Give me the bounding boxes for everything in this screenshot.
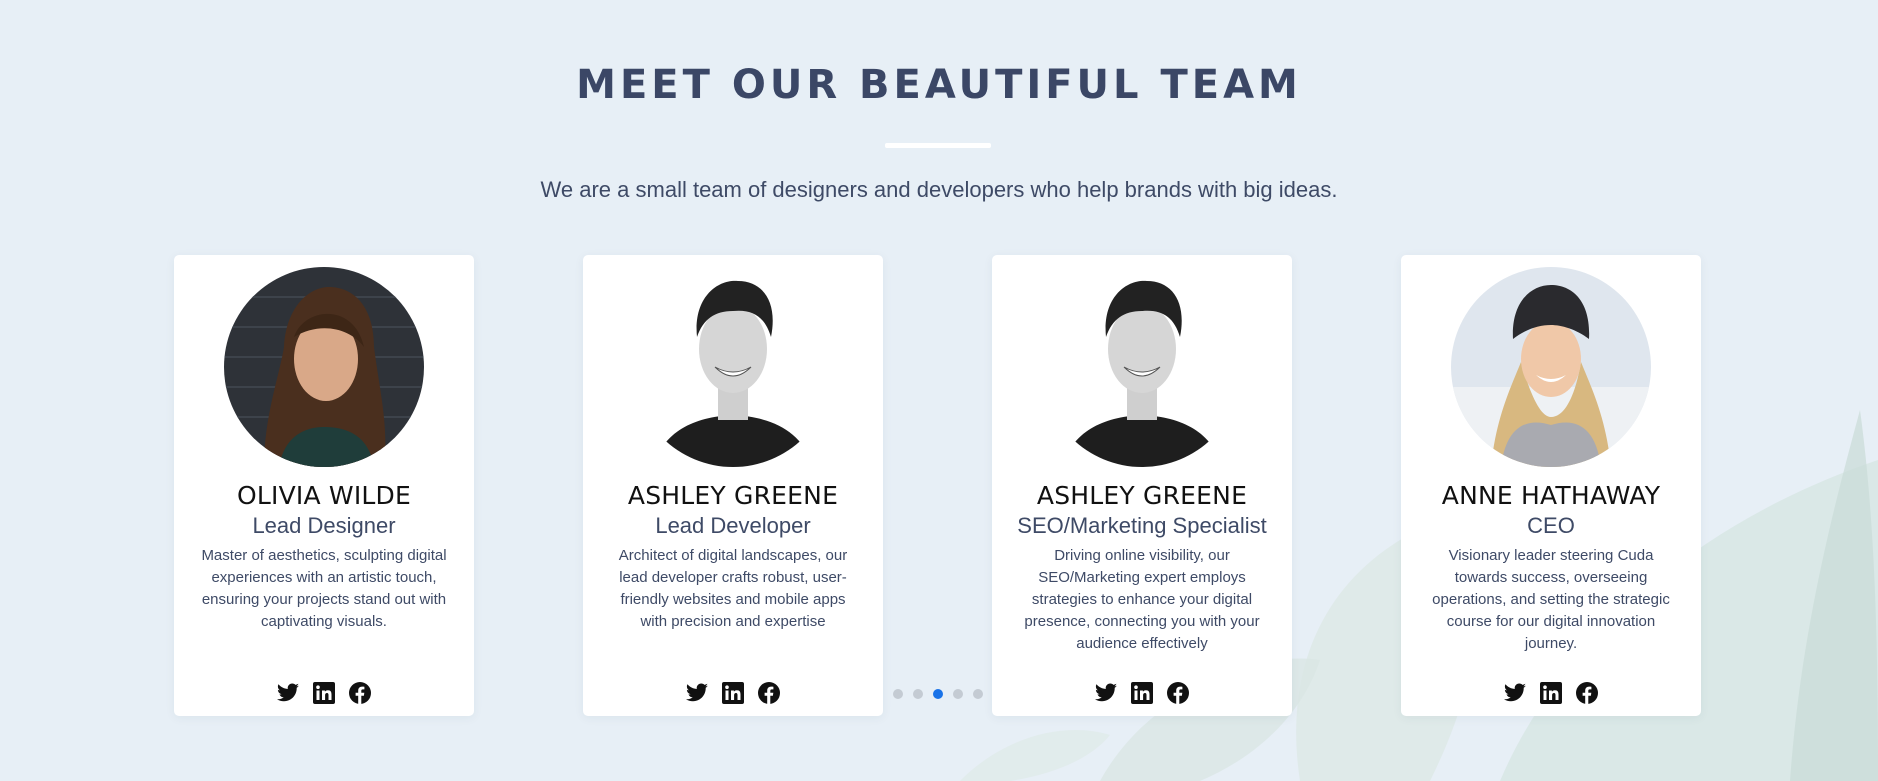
twitter-icon[interactable] — [1094, 681, 1118, 705]
member-photo — [1451, 267, 1651, 467]
member-name: ASHLEY GREENE — [1036, 481, 1248, 510]
linkedin-icon[interactable] — [1539, 681, 1563, 705]
section-title: MEET OUR BEAUTIFUL TEAM — [576, 62, 1302, 108]
team-card: OLIVIA WILDE Lead Designer Master of aes… — [174, 255, 474, 716]
member-role: Lead Designer — [252, 513, 396, 538]
member-bio: Visionary leader steering Cuda towards s… — [1432, 547, 1670, 652]
member-name: ASHLEY GREENE — [627, 481, 839, 510]
title-divider — [885, 143, 991, 148]
member-name: OLIVIA WILDE — [237, 481, 411, 510]
team-card: ANNE HATHAWAY CEO Visionary leader steer… — [1401, 255, 1701, 716]
social-links — [174, 681, 474, 705]
carousel-dot-4[interactable] — [953, 689, 963, 699]
member-role: CEO — [1527, 513, 1575, 538]
facebook-icon[interactable] — [348, 681, 372, 705]
social-links — [583, 681, 883, 705]
facebook-icon[interactable] — [757, 681, 781, 705]
social-links — [1401, 681, 1701, 705]
linkedin-icon[interactable] — [312, 681, 336, 705]
linkedin-icon[interactable] — [721, 681, 745, 705]
member-role: Lead Developer — [655, 513, 811, 538]
member-bio: Driving online visibility, our SEO/Marke… — [1024, 547, 1260, 652]
social-links — [992, 681, 1292, 705]
carousel-dot-1[interactable] — [893, 689, 903, 699]
member-bio: Master of aesthetics, sculpting digital … — [201, 547, 447, 630]
member-photo — [633, 267, 833, 467]
linkedin-icon[interactable] — [1130, 681, 1154, 705]
facebook-icon[interactable] — [1166, 681, 1190, 705]
carousel-dot-5[interactable] — [973, 689, 983, 699]
member-role: SEO/Marketing Specialist — [1017, 513, 1267, 538]
twitter-icon[interactable] — [1503, 681, 1527, 705]
member-name: ANNE HATHAWAY — [1441, 481, 1661, 510]
section-subtitle: We are a small team of designers and dev… — [540, 177, 1338, 202]
twitter-icon[interactable] — [276, 681, 300, 705]
twitter-icon[interactable] — [685, 681, 709, 705]
carousel-pagination — [893, 689, 983, 699]
member-photo — [1042, 267, 1242, 467]
carousel-dot-3[interactable] — [933, 689, 943, 699]
team-card: ASHLEY GREENE Lead Developer Architect o… — [583, 255, 883, 716]
member-photo — [224, 267, 424, 467]
member-bio: Architect of digital landscapes, our lea… — [618, 547, 848, 630]
carousel-dot-2[interactable] — [913, 689, 923, 699]
team-card: ASHLEY GREENE SEO/Marketing Specialist D… — [992, 255, 1292, 716]
facebook-icon[interactable] — [1575, 681, 1599, 705]
